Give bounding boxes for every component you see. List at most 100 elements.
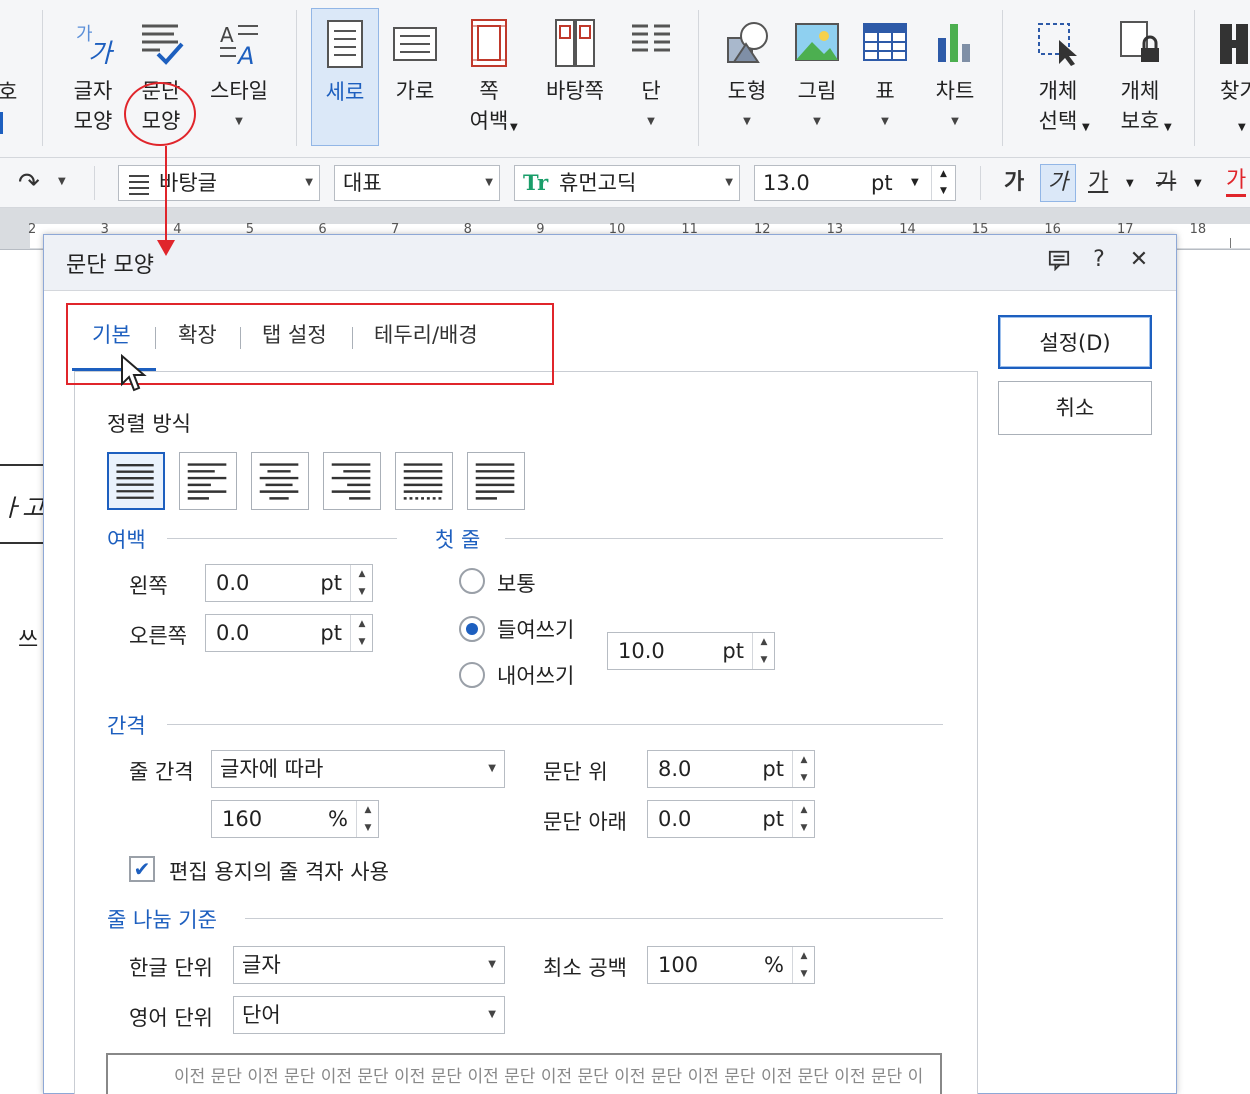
style-button[interactable]: A A 스타일 ▼: [206, 12, 272, 140]
vertical-orientation-button[interactable]: 세로: [311, 8, 379, 146]
cancel-button[interactable]: 취소: [998, 381, 1152, 435]
line-spacing-value: 160: [222, 807, 263, 831]
font-size-unit-dropdown-icon[interactable]: ▼: [911, 166, 919, 200]
style-combo-dropdown-icon[interactable]: ▼: [305, 166, 313, 200]
font-size-spin-arrows[interactable]: ▲ ▼: [931, 166, 955, 200]
align-justify-button[interactable]: [107, 452, 165, 510]
style-dropdown-icon[interactable]: ▼: [206, 116, 272, 127]
char-shape-label: 글자 모양: [73, 79, 113, 133]
first-line-indent-radio[interactable]: [459, 616, 485, 642]
font-size-spinner[interactable]: 13.0 pt ▼ ▲ ▼: [754, 165, 956, 201]
page-margin-button[interactable]: 쪽 여백 ▼: [456, 12, 522, 140]
shape-button[interactable]: 도형 ▼: [714, 12, 780, 140]
korean-unit-select[interactable]: 글자 ▼: [233, 946, 505, 984]
para-below-spinner[interactable]: 0.0 pt ▲ ▼: [647, 800, 815, 838]
master-page-label: 바탕쪽: [546, 79, 604, 103]
fmtbar-separator: [980, 166, 981, 200]
chart-button[interactable]: 차트 ▼: [922, 12, 988, 140]
line-grid-checkbox[interactable]: ✔: [129, 856, 155, 882]
select-object-dropdown-icon[interactable]: ▼: [1082, 122, 1090, 133]
font-combo[interactable]: Tr 휴먼고딕 ▼: [514, 165, 740, 201]
font-color-button[interactable]: 가: [1226, 168, 1247, 197]
para-below-spin-arrows[interactable]: ▲ ▼: [792, 801, 814, 837]
chart-dropdown-icon[interactable]: ▼: [922, 116, 988, 127]
first-line-normal-radio[interactable]: [459, 568, 485, 594]
para-above-spinner[interactable]: 8.0 pt ▲ ▼: [647, 750, 815, 788]
find-icon: [1220, 24, 1248, 64]
min-space-spinner[interactable]: 100 % ▲ ▼: [647, 946, 815, 984]
first-line-section-title: 첫 줄: [435, 528, 481, 552]
column-button[interactable]: 단 ▼: [618, 12, 684, 140]
page-margin-icon: [471, 19, 507, 67]
first-line-outdent-radio[interactable]: [459, 662, 485, 688]
para-above-spin-arrows[interactable]: ▲ ▼: [792, 751, 814, 787]
find-button[interactable]: 찾기 ▼: [1212, 12, 1250, 140]
find-dropdown-icon[interactable]: ▼: [1238, 122, 1246, 133]
align-center-button[interactable]: [251, 452, 309, 510]
strikethrough-dropdown-icon[interactable]: ▼: [1194, 178, 1202, 189]
margin-left-spin-arrows[interactable]: ▲ ▼: [350, 565, 372, 601]
line-spacing-spin-arrows[interactable]: ▲ ▼: [356, 801, 378, 837]
margin-left-spinner[interactable]: 0.0 pt ▲ ▼: [205, 564, 373, 602]
table-button[interactable]: 표 ▼: [852, 12, 918, 140]
line-spacing-label: 줄 간격: [129, 760, 194, 784]
align-right-button[interactable]: [323, 452, 381, 510]
column-dropdown-icon[interactable]: ▼: [618, 116, 684, 127]
underline-button[interactable]: 가: [1088, 168, 1108, 198]
select-object-button[interactable]: 개체 선택 ▼: [1022, 12, 1094, 140]
margin-right-spin-arrows[interactable]: ▲ ▼: [350, 615, 372, 651]
shape-dropdown-icon[interactable]: ▼: [714, 116, 780, 127]
dialog-titlebar[interactable]: 문단 모양 ? ✕: [44, 235, 1176, 291]
page-margin-dropdown-icon[interactable]: ▼: [510, 122, 518, 133]
english-unit-dropdown-icon[interactable]: ▼: [488, 997, 496, 1033]
underline-dropdown-icon[interactable]: ▼: [1126, 178, 1134, 189]
spacing-section-title: 간격: [107, 714, 146, 738]
help-icon[interactable]: ?: [1084, 247, 1114, 272]
font-combo-dropdown-icon[interactable]: ▼: [725, 166, 733, 200]
char-shape-button[interactable]: 가 가 글자 모양: [60, 12, 126, 140]
horizontal-orientation-button[interactable]: 가로: [382, 12, 448, 140]
dialog-title: 문단 모양: [66, 253, 154, 278]
picture-button[interactable]: 그림 ▼: [784, 12, 850, 140]
language-combo[interactable]: 대표 ▼: [334, 165, 500, 201]
align-divide-button[interactable]: [467, 452, 525, 510]
first-line-value-spinner[interactable]: 10.0 pt ▲ ▼: [607, 632, 775, 670]
comment-icon[interactable]: [1044, 247, 1074, 277]
margin-right-spinner[interactable]: 0.0 pt ▲ ▼: [205, 614, 373, 652]
min-space-spin-arrows[interactable]: ▲ ▼: [792, 947, 814, 983]
line-spacing-type-dropdown-icon[interactable]: ▼: [488, 751, 496, 787]
ribbon-partial-label: 호: [0, 80, 18, 104]
strikethrough-button[interactable]: 가: [1156, 168, 1176, 198]
align-left-button[interactable]: [179, 452, 237, 510]
align-distribute-button[interactable]: [395, 452, 453, 510]
protect-object-dropdown-icon[interactable]: ▼: [1164, 122, 1172, 133]
first-line-outdent-label: 내어쓰기: [497, 664, 575, 688]
redo-icon[interactable]: ↷: [18, 168, 40, 198]
first-line-spin-arrows[interactable]: ▲ ▼: [752, 633, 774, 669]
bold-button[interactable]: 가: [1004, 168, 1024, 198]
first-line-unit: pt: [722, 639, 744, 663]
char-shape-icon: 가 가: [76, 24, 115, 68]
line-spacing-type-select[interactable]: 글자에 따라 ▼: [211, 750, 505, 788]
master-page-button[interactable]: 바탕쪽: [538, 12, 612, 140]
close-icon[interactable]: ✕: [1124, 247, 1154, 272]
protect-object-button[interactable]: 개체 보호 ▼: [1104, 12, 1176, 140]
alignment-section-title: 정렬 방식: [107, 412, 191, 436]
redo-dropdown-icon[interactable]: ▼: [58, 176, 66, 187]
table-dropdown-icon[interactable]: ▼: [852, 116, 918, 127]
para-shape-circle-annotation: [124, 82, 196, 146]
style-combo[interactable]: 바탕글 ▼: [118, 165, 320, 201]
english-unit-select[interactable]: 단어 ▼: [233, 996, 505, 1034]
ribbon-partial-label-marker: [0, 112, 3, 134]
language-combo-dropdown-icon[interactable]: ▼: [485, 166, 493, 200]
formatting-toolbar: ↷ ▼ 바탕글 ▼ 대표 ▼ Tr 휴먼고딕 ▼ 13.0 pt ▼ ▲ ▼ 가 …: [0, 158, 1250, 208]
line-spacing-value-spinner[interactable]: 160 % ▲ ▼: [211, 800, 379, 838]
mouse-cursor-icon: [121, 354, 147, 392]
align-divide-icon: [475, 463, 515, 500]
italic-button[interactable]: 가: [1040, 164, 1076, 202]
line-break-section-line: [245, 918, 943, 919]
min-space-unit: %: [764, 953, 784, 977]
korean-unit-dropdown-icon[interactable]: ▼: [488, 947, 496, 983]
picture-dropdown-icon[interactable]: ▼: [784, 116, 850, 127]
ok-button[interactable]: 설정(D): [998, 315, 1152, 369]
